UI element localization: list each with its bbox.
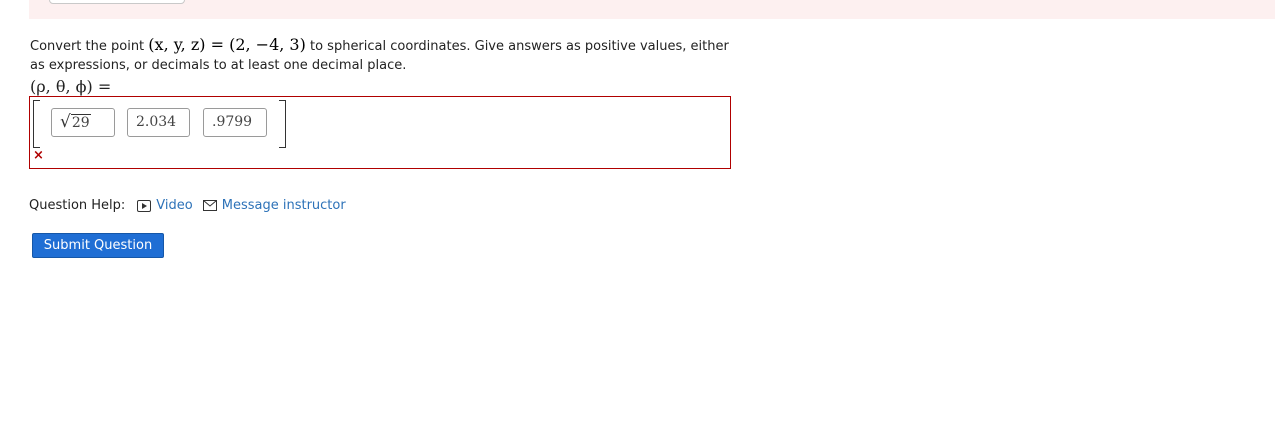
question-help-row: Question Help: Video Message instructor: [29, 198, 356, 213]
theta-input[interactable]: 2.034: [127, 108, 190, 137]
submit-question-button[interactable]: Submit Question: [32, 233, 164, 258]
video-icon: [137, 199, 152, 212]
banner-button-stub[interactable]: [49, 0, 185, 4]
theta-value: 2.034: [136, 114, 177, 130]
question-text: Convert the point (x, y, z) = (2, −4, 3)…: [30, 35, 730, 75]
video-link-label: Video: [156, 198, 193, 213]
previous-question-banner: [29, 0, 1275, 19]
mail-icon: [202, 200, 217, 211]
question-prefix: Convert the point: [30, 39, 149, 54]
rho-input[interactable]: √29: [51, 108, 115, 137]
message-instructor-label: Message instructor: [221, 198, 346, 213]
math-eq: =: [205, 35, 230, 54]
phi-input[interactable]: .9799: [203, 108, 267, 137]
video-link[interactable]: Video: [137, 198, 193, 213]
answer-label: (ρ, θ, ϕ) =: [30, 77, 112, 96]
rho-value: 29: [70, 114, 91, 131]
sqrt-icon: √: [60, 112, 71, 132]
message-instructor-link[interactable]: Message instructor: [202, 198, 346, 213]
phi-value: .9799: [212, 114, 253, 130]
math-lhs: (x, y, z): [148, 35, 206, 54]
question-help-label: Question Help:: [29, 198, 126, 213]
left-bracket: [33, 100, 40, 148]
answer-box: √29 2.034 .9799 ×: [29, 96, 731, 169]
right-bracket: [279, 100, 286, 148]
x-icon: ×: [33, 148, 44, 163]
math-rhs: (2, −4, 3): [229, 35, 306, 54]
